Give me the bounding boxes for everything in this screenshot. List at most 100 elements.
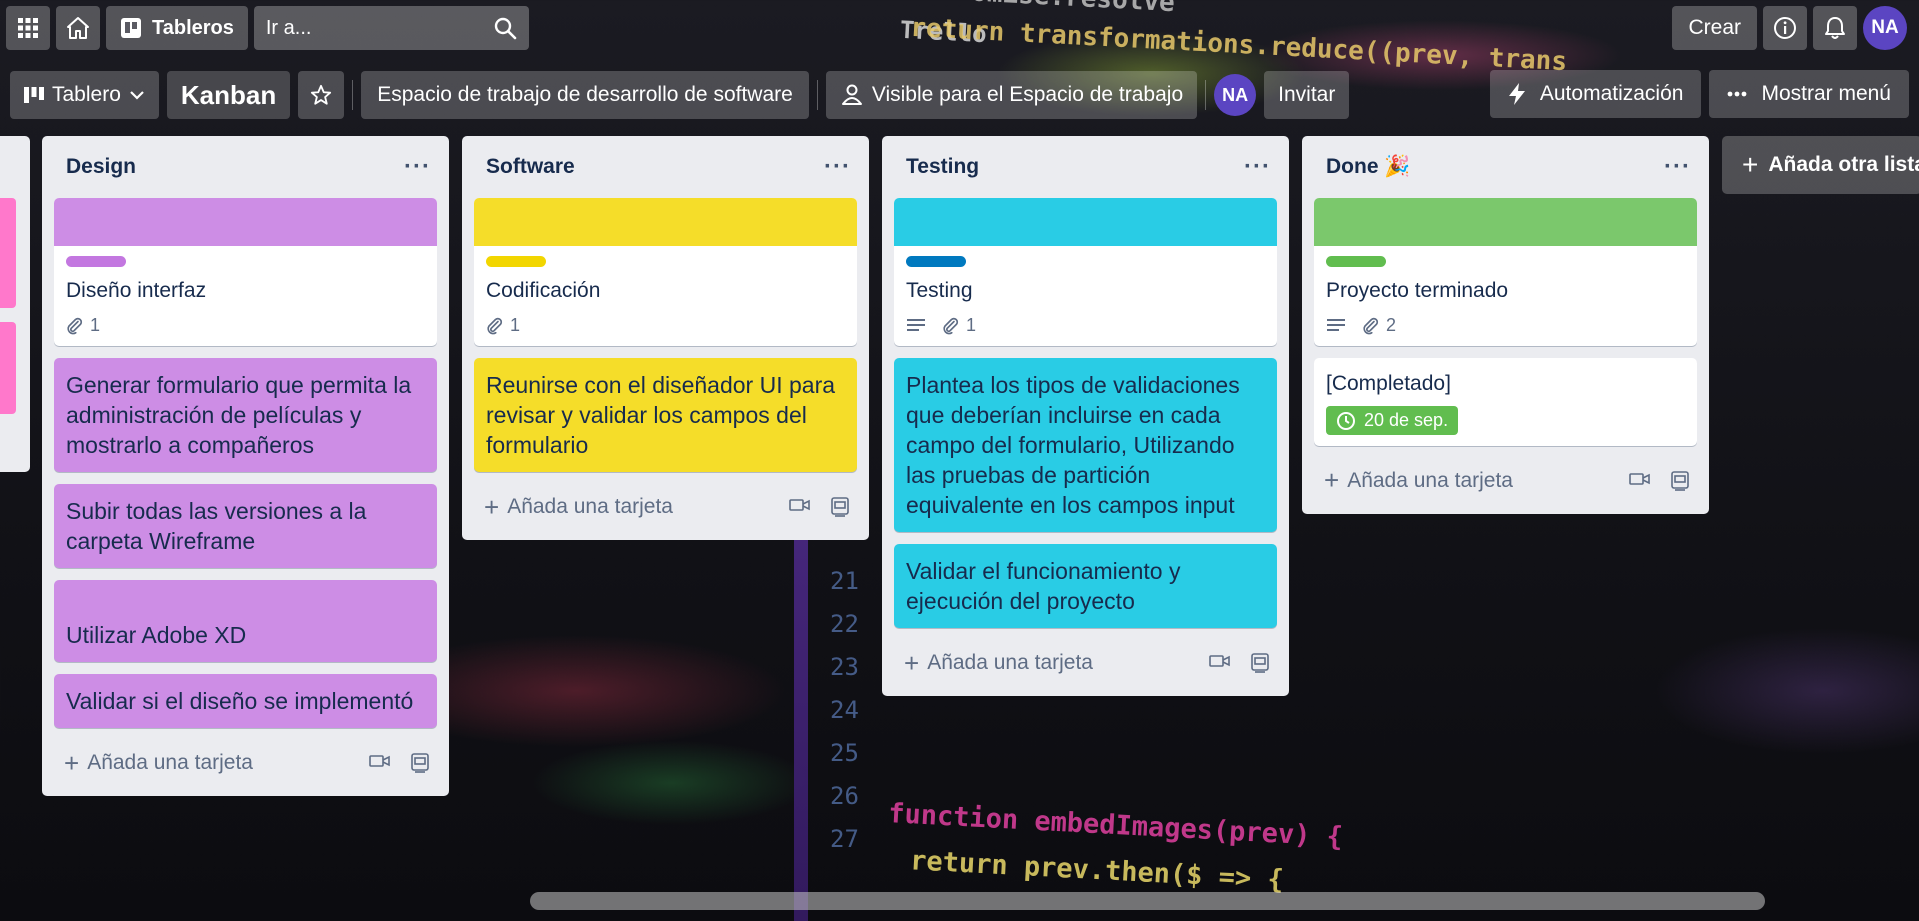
chevron-down-icon — [130, 91, 144, 100]
list-software: Software ··· Codificación 1 Reunirse con… — [462, 136, 869, 540]
attachment-badge: 1 — [486, 315, 520, 336]
plus-icon: + — [484, 491, 500, 522]
card-partial[interactable] — [0, 198, 16, 308]
view-switcher-button[interactable]: Tablero — [10, 71, 159, 119]
description-icon — [907, 318, 925, 331]
search-box[interactable] — [253, 6, 529, 50]
user-avatar[interactable]: NA — [1863, 6, 1907, 50]
card[interactable]: [Completado] 20 de sep. — [1314, 358, 1697, 446]
home-icon — [67, 17, 89, 39]
card[interactable]: Diseño interfaz 1 — [54, 198, 437, 346]
card-label[interactable] — [486, 256, 546, 267]
list-menu-button[interactable]: ··· — [1244, 153, 1271, 181]
list-menu-button[interactable]: ··· — [824, 153, 851, 181]
list-partial — [0, 136, 30, 472]
list-title[interactable]: Software — [486, 155, 575, 179]
card-title: Testing — [906, 279, 973, 302]
home-button[interactable] — [56, 6, 100, 50]
card[interactable]: Testing 1 — [894, 198, 1277, 346]
card-label[interactable] — [1326, 256, 1386, 267]
plus-icon: + — [1324, 465, 1340, 495]
list-menu-button[interactable]: ··· — [404, 153, 431, 181]
star-icon — [311, 84, 332, 105]
background-code-line: return prev.then($ => { — [909, 845, 1285, 896]
video-icon[interactable] — [1209, 652, 1231, 670]
member-avatar[interactable]: NA — [1214, 74, 1257, 116]
info-button[interactable] — [1763, 6, 1807, 50]
attachment-badge: 1 — [942, 315, 976, 336]
list-title[interactable]: Design — [66, 155, 136, 179]
card-cover — [474, 198, 857, 246]
search-input[interactable] — [265, 16, 466, 40]
card[interactable]: Codificación 1 — [474, 198, 857, 346]
list-design: Design ··· Diseño interfaz 1 Generar for… — [42, 136, 449, 796]
show-menu-button[interactable]: Mostrar menú — [1709, 70, 1909, 118]
video-icon[interactable] — [1629, 470, 1651, 488]
notifications-button[interactable] — [1813, 6, 1857, 50]
card-partial[interactable] — [0, 322, 16, 414]
clock-icon — [1337, 411, 1355, 430]
top-navigation: Tableros Crear NA — [0, 0, 1919, 56]
list-title[interactable]: Testing — [906, 155, 979, 179]
card-label[interactable] — [906, 256, 966, 267]
card-title: Proyecto terminado — [1326, 279, 1509, 302]
description-badge — [906, 317, 926, 335]
background-line-numbers: 21 22 23 24 25 26 27 — [830, 567, 859, 853]
template-icon[interactable] — [409, 752, 431, 774]
divider — [816, 80, 818, 110]
add-card-row: + Añada una tarjeta — [1314, 458, 1697, 504]
visibility-button[interactable]: Visible para el Espacio de trabajo — [825, 71, 1198, 119]
card[interactable]: Proyecto terminado 2 — [1314, 198, 1697, 346]
invite-button[interactable]: Invitar — [1264, 71, 1350, 119]
add-card-button[interactable]: + Añada una tarjeta — [1324, 465, 1513, 496]
add-card-row: + Añada una tarjeta — [894, 640, 1277, 686]
paperclip-icon — [943, 317, 959, 334]
app-switcher-button[interactable] — [6, 6, 50, 50]
board-title[interactable]: Kanban — [166, 71, 291, 119]
people-icon — [841, 84, 862, 105]
description-icon — [1327, 318, 1345, 331]
card-title: [Completado] — [1326, 372, 1451, 395]
list-title[interactable]: Done 🎉 — [1326, 155, 1410, 179]
automation-label: Automatización — [1539, 82, 1684, 105]
card-cover — [1314, 198, 1697, 246]
board-icon — [121, 18, 141, 38]
video-icon[interactable] — [369, 752, 391, 770]
add-card-button[interactable]: + Añada una tarjeta — [64, 748, 253, 779]
add-list-button[interactable]: + Añada otra lista — [1722, 136, 1919, 194]
template-icon[interactable] — [829, 496, 851, 518]
add-card-button[interactable]: + Añada una tarjeta — [484, 492, 673, 523]
plus-icon: + — [64, 747, 80, 778]
due-date-badge[interactable]: 20 de sep. — [1326, 406, 1459, 435]
card[interactable]: Validar el funcionamiento y ejecución de… — [894, 544, 1277, 628]
list-menu-button[interactable]: ··· — [1664, 153, 1691, 181]
card[interactable]: Reunirse con el diseñador UI para revisa… — [474, 358, 857, 472]
boards-button[interactable]: Tableros — [106, 6, 248, 50]
add-card-button[interactable]: + Añada una tarjeta — [904, 648, 1093, 679]
card[interactable]: Utilizar Adobe XD — [54, 580, 437, 662]
template-icon[interactable] — [1669, 470, 1691, 492]
board-view-icon — [24, 87, 44, 103]
card-title: Codificación — [486, 279, 601, 302]
paperclip-icon — [487, 317, 503, 334]
horizontal-scrollbar[interactable] — [530, 892, 1765, 910]
create-button[interactable]: Crear — [1672, 6, 1757, 50]
video-icon[interactable] — [789, 496, 811, 514]
attachment-badge: 1 — [66, 315, 100, 336]
boards-label: Tableros — [152, 16, 234, 39]
card[interactable]: Plantea los tipos de validaciones que de… — [894, 358, 1277, 532]
plus-icon: + — [1742, 149, 1759, 180]
card[interactable]: Generar formulario que permita la admini… — [54, 358, 437, 472]
card[interactable]: Validar si el diseño se implementó — [54, 674, 437, 728]
card-label[interactable] — [66, 256, 126, 267]
card-cover — [894, 198, 1277, 246]
star-button[interactable] — [298, 71, 345, 119]
card-title: Diseño interfaz — [66, 279, 207, 302]
template-icon[interactable] — [1249, 652, 1271, 674]
card[interactable]: Subir todas las versiones a la carpeta W… — [54, 484, 437, 568]
add-card-row: + Añada una tarjeta — [54, 740, 437, 786]
list-testing: Testing ··· Testing 1 Plantea los tipos … — [882, 136, 1289, 696]
info-icon — [1774, 17, 1796, 39]
workspace-button[interactable]: Espacio de trabajo de desarrollo de soft… — [361, 71, 809, 119]
automation-button[interactable]: Automatización — [1489, 70, 1702, 118]
